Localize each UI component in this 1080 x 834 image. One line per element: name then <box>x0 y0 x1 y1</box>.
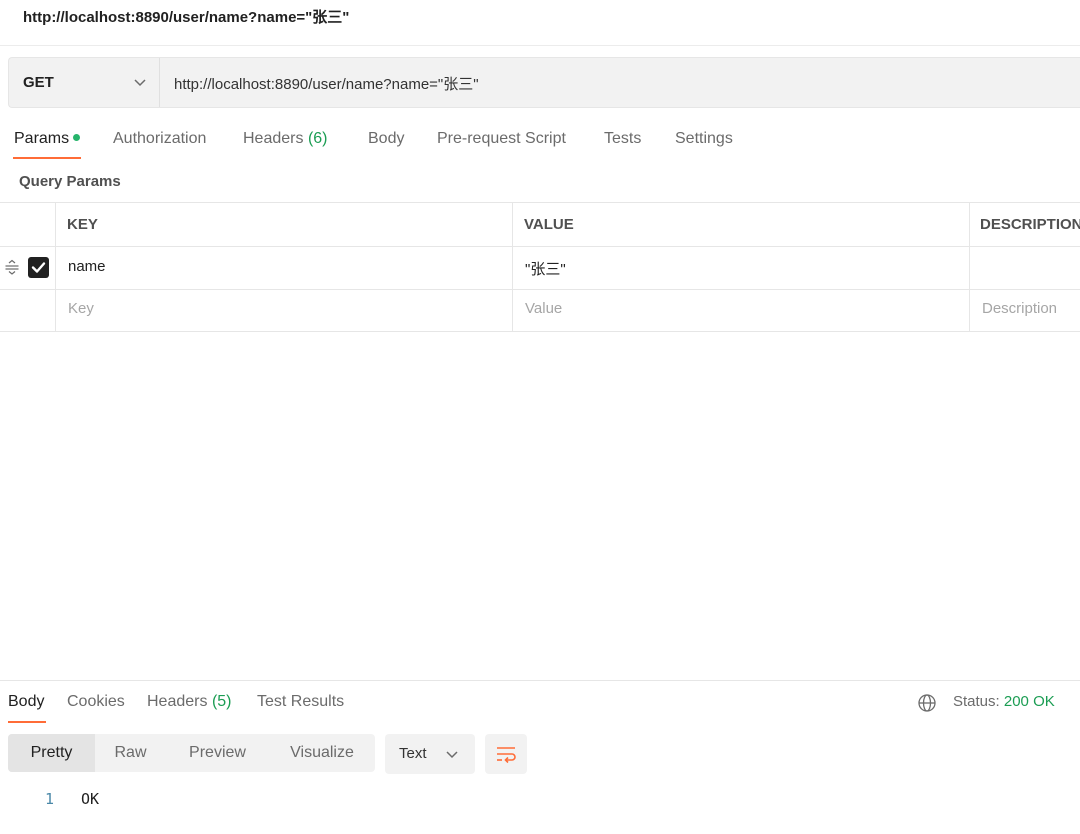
column-divider <box>55 202 56 331</box>
wrap-lines-icon <box>495 744 517 764</box>
new-param-key-input[interactable]: Key <box>68 300 94 317</box>
tab-params[interactable]: Params <box>14 130 80 148</box>
table-border-top <box>0 202 1080 203</box>
param-value-cell[interactable]: "张三" <box>525 258 566 279</box>
response-tab-headers[interactable]: Headers (5) <box>147 693 232 711</box>
response-status[interactable]: Status: 200 OK <box>953 693 1055 710</box>
request-tabs: Params Authorization Headers (6) Body Pr… <box>0 125 1080 165</box>
view-pretty-button[interactable]: Pretty <box>8 734 95 772</box>
response-tab-headers-label: Headers <box>147 693 207 710</box>
column-header-value: VALUE <box>524 216 574 233</box>
tab-pre-request-script[interactable]: Pre-request Script <box>437 130 566 148</box>
tab-headers[interactable]: Headers (6) <box>243 130 328 148</box>
line-number: 1 <box>45 790 54 808</box>
response-panel: Body Cookies Headers (5) Test Results St… <box>0 680 1080 834</box>
tab-headers-label: Headers <box>243 130 303 147</box>
tab-authorization[interactable]: Authorization <box>113 130 206 148</box>
status-code: 200 OK <box>1004 693 1055 710</box>
new-param-value-input[interactable]: Value <box>525 300 562 317</box>
active-tab-underline <box>13 157 81 159</box>
response-tab-body[interactable]: Body <box>8 693 44 711</box>
format-select[interactable]: Text <box>385 734 475 774</box>
response-tab-test-results[interactable]: Test Results <box>257 693 344 711</box>
tab-settings[interactable]: Settings <box>675 130 733 148</box>
active-response-tab-underline <box>8 721 46 723</box>
url-bar: GET http://localhost:8890/user/name?name… <box>8 57 1080 108</box>
url-input[interactable]: http://localhost:8890/user/name?name="张三… <box>174 73 479 94</box>
response-tab-cookies[interactable]: Cookies <box>67 693 125 711</box>
table-divider <box>0 246 1080 247</box>
drag-handle-icon[interactable] <box>4 259 20 275</box>
checkmark-icon <box>28 257 49 278</box>
query-params-table: KEY VALUE DESCRIPTION Description name "… <box>0 202 1080 332</box>
method-select[interactable]: GET <box>9 58 160 107</box>
view-preview-button[interactable]: Preview <box>166 734 269 772</box>
response-body-text: OK <box>81 790 99 808</box>
view-raw-button[interactable]: Raw <box>95 734 166 772</box>
tab-tests[interactable]: Tests <box>604 130 641 148</box>
new-param-description-input[interactable]: Description <box>982 300 1057 317</box>
format-label: Text <box>399 745 427 762</box>
param-key-cell[interactable]: name <box>68 258 106 275</box>
query-params-title: Query Params <box>19 173 121 190</box>
view-visualize-button[interactable]: Visualize <box>269 734 375 772</box>
status-label: Status: <box>953 693 1000 710</box>
column-header-key: KEY <box>67 216 98 233</box>
params-indicator-dot <box>73 134 80 141</box>
response-tab-headers-count: (5) <box>212 693 232 710</box>
chevron-down-icon <box>444 746 460 762</box>
tab-body[interactable]: Body <box>368 130 404 148</box>
column-header-description: DESCRIPTION <box>980 216 1080 233</box>
chevron-down-icon <box>132 74 148 90</box>
tab-headers-count: (6) <box>308 130 328 147</box>
response-view-selector: Pretty Raw Preview Visualize <box>8 734 375 772</box>
method-label: GET <box>23 74 54 91</box>
wrap-lines-button[interactable] <box>485 734 527 774</box>
table-border-bottom <box>0 331 1080 332</box>
description-column-clip: DESCRIPTION Description <box>970 202 1080 332</box>
request-title: http://localhost:8890/user/name?name="张三… <box>23 6 349 27</box>
param-enabled-checkbox[interactable] <box>28 257 49 278</box>
title-bar: http://localhost:8890/user/name?name="张三… <box>0 0 1080 46</box>
column-divider <box>512 202 513 331</box>
tab-params-label: Params <box>14 130 69 147</box>
table-divider <box>0 289 1080 290</box>
globe-icon[interactable] <box>917 693 937 713</box>
